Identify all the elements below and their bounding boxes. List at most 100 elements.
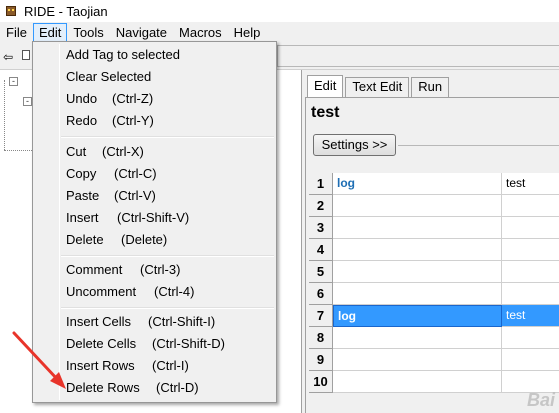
menu-item-add-tag[interactable]: Add Tag to selected [35,44,274,66]
menu-item-label: Cut [66,144,87,159]
grid-cell[interactable] [333,349,502,371]
menu-item-label: Undo [66,91,98,106]
grid-cell[interactable] [333,217,502,239]
table-row: 10 [309,371,559,393]
menu-item-shortcut: (Ctrl-Shift-I) [148,314,216,329]
editor-tabs: Edit Text Edit Run [307,75,451,97]
row-number[interactable]: 1 [309,173,333,195]
menu-item-label: Insert Cells [66,314,132,329]
tab-edit[interactable]: Edit [307,75,344,97]
menu-item-shortcut: (Ctrl-V) [114,188,156,203]
tab-text-edit[interactable]: Text Edit [345,77,410,97]
edit-menu-dropdown: Add Tag to selected Clear Selected Undo (… [32,41,277,403]
table-row: 3 [309,217,559,239]
keyword-grid: 1 log test 2 3 4 5 6 7 log test 8 9 10 [309,173,559,393]
grid-cell-selected[interactable]: log [333,305,502,327]
menu-item-label: Copy [66,166,97,181]
menu-item-cut[interactable]: Cut (Ctrl-X) [35,141,274,163]
menu-item-delete-rows[interactable]: Delete Rows (Ctrl-D) [35,377,274,399]
grid-cell[interactable] [333,261,502,283]
menu-item-shortcut: (Ctrl-X) [102,144,144,159]
row-number[interactable]: 2 [309,195,333,217]
table-row: 6 [309,283,559,305]
row-number[interactable]: 8 [309,327,333,349]
table-row: 1 log test [309,173,559,195]
menu-item-insert-rows[interactable]: Insert Rows (Ctrl-I) [35,355,274,377]
grid-cell[interactable] [333,327,502,349]
back-arrow-icon[interactable]: ⇦ [3,50,13,64]
menu-item-copy[interactable]: Copy (Ctrl-C) [35,163,274,185]
menu-macros[interactable]: Macros [173,23,228,42]
menu-item-shortcut: (Ctrl-C) [114,166,157,181]
tree-collapse-icon[interactable]: - [23,97,32,106]
row-number[interactable]: 9 [309,349,333,371]
menu-item-insert[interactable]: Insert (Ctrl-Shift-V) [35,207,274,229]
table-row: 2 [309,195,559,217]
menu-item-delete[interactable]: Delete (Delete) [35,229,274,251]
grid-cell[interactable] [502,327,559,349]
menu-bar: File Edit Tools Navigate Macros Help [0,22,559,42]
table-row: 9 [309,349,559,371]
menu-item-label: Insert Rows [66,358,135,373]
grid-cell[interactable] [502,217,559,239]
grid-cell[interactable]: log [333,173,502,195]
menu-item-shortcut: (Ctrl-3) [140,262,181,277]
grid-cell[interactable] [502,349,559,371]
menu-item-shortcut: (Ctrl-Y) [112,113,154,128]
menu-item-paste[interactable]: Paste (Ctrl-V) [35,185,274,207]
menu-item-label: Comment [66,262,123,277]
row-number[interactable]: 4 [309,239,333,261]
row-number[interactable]: 3 [309,217,333,239]
menu-item-shortcut: (Ctrl-I) [152,358,189,373]
menu-item-label: Delete [66,232,104,247]
row-number[interactable]: 6 [309,283,333,305]
tab-run[interactable]: Run [411,77,450,97]
editor-panel: Edit Text Edit Run test Settings >> 1 lo… [302,70,559,413]
watermark-logo: Bai [526,390,555,410]
menu-item-uncomment[interactable]: Uncomment (Ctrl-4) [35,281,274,303]
document-icon[interactable] [22,50,30,60]
menu-item-undo[interactable]: Undo (Ctrl-Z) [35,88,274,110]
grid-cell[interactable] [333,283,502,305]
grid-cell[interactable] [502,239,559,261]
grid-cell[interactable] [333,371,502,393]
grid-cell[interactable] [502,261,559,283]
grid-cell[interactable] [333,195,502,217]
menu-item-shortcut: (Ctrl-4) [154,284,195,299]
menu-item-comment[interactable]: Comment (Ctrl-3) [35,259,274,281]
menu-item-insert-cells[interactable]: Insert Cells (Ctrl-Shift-I) [35,311,274,333]
menu-separator [61,307,274,309]
menu-item-label: Add Tag to selected [66,47,180,62]
grid-cell[interactable]: test [502,173,559,195]
menu-item-label: Insert [66,210,99,225]
menu-item-label: Uncomment [66,284,137,299]
menu-navigate[interactable]: Navigate [110,23,173,42]
menu-item-shortcut: (Ctrl-Shift-D) [152,336,225,351]
menu-item-delete-cells[interactable]: Delete Cells (Ctrl-Shift-D) [35,333,274,355]
grid-cell-selected[interactable]: test [502,305,559,327]
tree-connector [4,80,5,150]
menu-edit[interactable]: Edit [32,22,68,42]
test-case-name: test [311,104,340,121]
table-row: 8 [309,327,559,349]
title-bar: RIDE - Taojian [0,0,559,22]
menu-help[interactable]: Help [228,23,267,42]
menu-item-shortcut: (Ctrl-D) [156,380,199,395]
menu-separator [61,136,274,138]
row-number[interactable]: 7 [309,305,333,327]
menu-item-redo[interactable]: Redo (Ctrl-Y) [35,110,274,132]
menu-item-shortcut: (Ctrl-Z) [112,91,154,106]
grid-cell[interactable] [333,239,502,261]
row-number[interactable]: 5 [309,261,333,283]
grid-cell[interactable] [502,195,559,217]
tree-collapse-icon[interactable]: - [9,77,18,86]
menu-file[interactable]: File [0,23,33,42]
window-title: RIDE - Taojian [24,3,108,19]
menu-separator [61,255,274,257]
row-number[interactable]: 10 [309,371,333,393]
grid-cell[interactable] [502,283,559,305]
settings-divider [398,145,559,146]
menu-item-clear-selected[interactable]: Clear Selected [35,66,274,88]
settings-button[interactable]: Settings >> [313,134,396,156]
menu-tools[interactable]: Tools [67,23,109,42]
